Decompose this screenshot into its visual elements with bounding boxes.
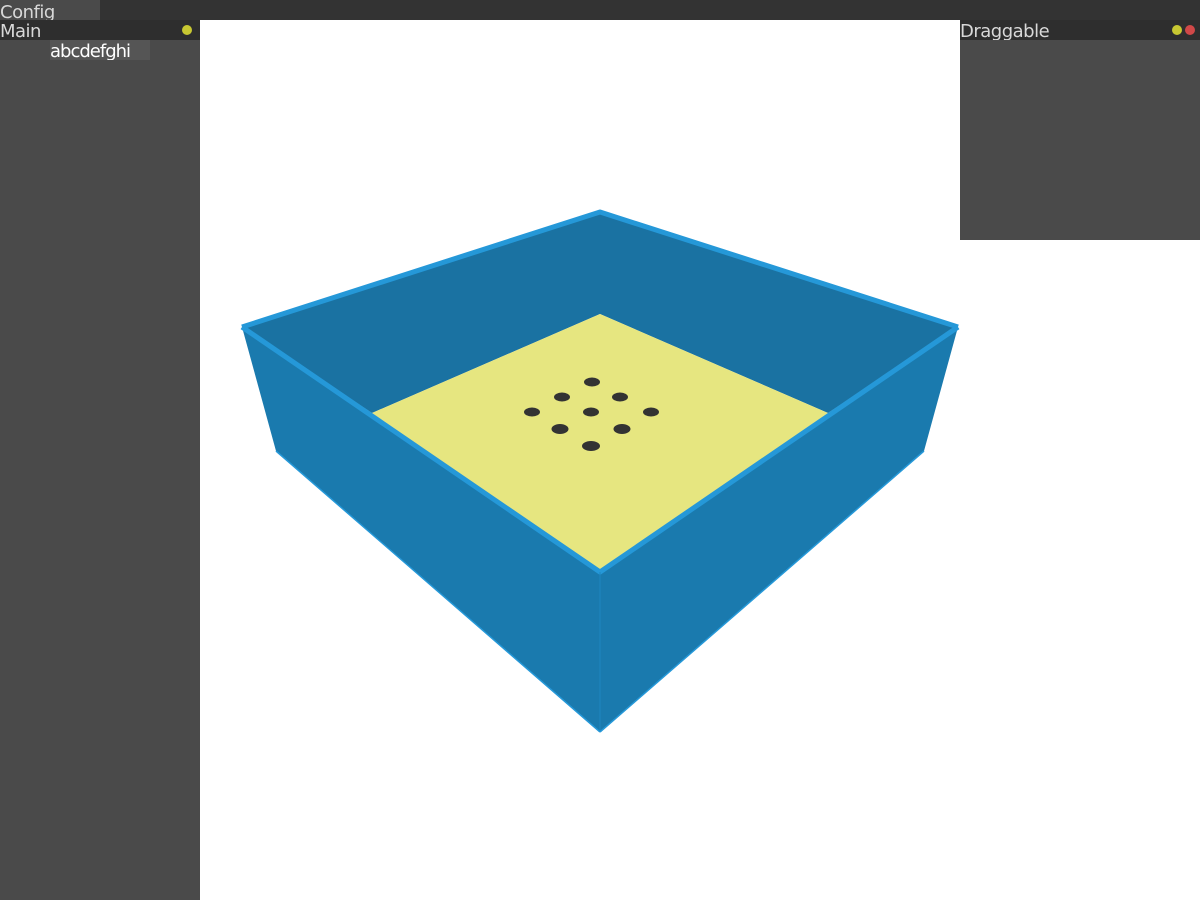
floor-dot <box>524 407 540 417</box>
floor-dot <box>551 424 569 434</box>
floor-dot <box>584 377 600 387</box>
config-menu-button[interactable]: Config <box>0 0 100 20</box>
close-icon[interactable] <box>1185 25 1195 35</box>
minimize-icon[interactable] <box>182 25 192 35</box>
main-panel: Main abcdefghi <box>0 20 200 900</box>
3d-viewport[interactable] <box>200 20 960 900</box>
config-menu-label: Config <box>0 2 55 21</box>
floor-dot <box>554 392 570 402</box>
floor-dot <box>612 392 628 402</box>
draggable-panel: Draggable <box>960 20 1200 240</box>
box-scene <box>240 209 960 733</box>
main-panel-titlebar[interactable]: Main <box>0 20 200 40</box>
floor-dot <box>582 441 600 451</box>
menu-bar: Config <box>0 0 1200 20</box>
draggable-panel-title: Draggable <box>960 21 1050 40</box>
minimize-icon[interactable] <box>1172 25 1182 35</box>
floor-dot <box>643 407 659 417</box>
floor-dot <box>613 424 631 434</box>
app-window: Config Main abcdefghi Draggable <box>0 0 1200 900</box>
main-text-field[interactable]: abcdefghi <box>50 40 150 60</box>
floor-dot <box>583 407 599 417</box>
draggable-panel-titlebar[interactable]: Draggable <box>960 20 1200 40</box>
main-panel-title: Main <box>0 21 41 40</box>
